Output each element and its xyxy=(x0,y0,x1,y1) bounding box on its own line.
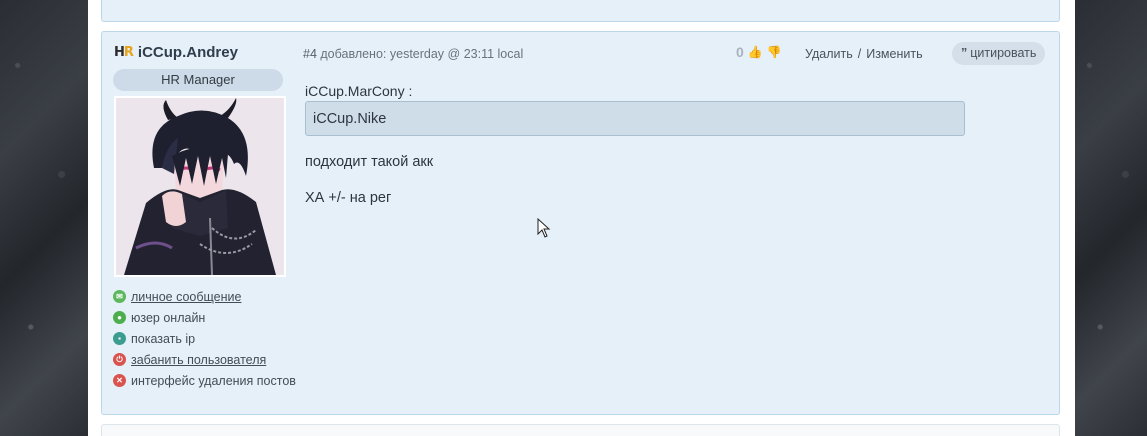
show-ip-label[interactable]: показать ip xyxy=(131,332,195,346)
thumbs-up-icon[interactable]: 👍 xyxy=(748,45,763,59)
thumbs-down-icon[interactable]: 👎 xyxy=(767,45,782,59)
ip-icon: ▪ xyxy=(113,332,126,345)
user-online-status: ● юзер онлайн xyxy=(113,307,296,328)
post-number[interactable]: #4 xyxy=(303,47,317,61)
delete-button[interactable]: Удалить xyxy=(805,47,853,61)
background-right xyxy=(1075,0,1147,436)
close-circle-icon: ✕ xyxy=(113,374,126,387)
delete-posts-interface-label[interactable]: интерфейс удаления постов xyxy=(131,374,296,388)
quote-author: iCCup.MarCony : xyxy=(305,83,413,99)
forum-post: HR iCCup.Andrey HR Manager ✉ личное сооб… xyxy=(101,31,1060,415)
user-online-label: юзер онлайн xyxy=(131,310,206,325)
mail-icon: ✉ xyxy=(113,290,126,303)
quote-button-label: цитировать xyxy=(970,46,1037,60)
edit-button[interactable]: Изменить xyxy=(866,47,922,61)
user-links: ✉ личное сообщение ● юзер онлайн ▪ показ… xyxy=(113,286,296,391)
ban-user-label[interactable]: забанить пользователя xyxy=(131,353,266,367)
post-meta: #4 добавлено: yesterday @ 23:11 local xyxy=(303,47,523,61)
power-icon: ⏻ xyxy=(113,353,126,366)
delete-posts-interface-link[interactable]: ✕ интерфейс удаления постов xyxy=(113,370,296,391)
hr-logo-icon: HR xyxy=(114,45,134,60)
post-rating: 0 👍 👎 xyxy=(736,44,782,60)
quote-button[interactable]: ” цитировать xyxy=(952,42,1046,65)
message-line: ХА +/- на рег xyxy=(305,190,392,206)
avatar xyxy=(114,96,286,277)
forum-content: HR iCCup.Andrey HR Manager ✉ личное сооб… xyxy=(88,0,1075,436)
role-badge: HR Manager xyxy=(113,69,283,91)
avatar-image xyxy=(116,98,284,275)
private-message-link[interactable]: ✉ личное сообщение xyxy=(113,286,296,307)
author-header: HR iCCup.Andrey xyxy=(114,44,238,61)
previous-post xyxy=(101,0,1060,22)
rating-score: 0 xyxy=(736,44,744,60)
quote-block: iCCup.Nike xyxy=(305,101,965,136)
post-date: добавлено: yesterday @ 23:11 local xyxy=(320,47,524,61)
post-actions: Удалить / Изменить xyxy=(805,47,923,61)
background-left xyxy=(0,0,88,436)
next-post xyxy=(101,424,1060,436)
actions-separator: / xyxy=(857,47,862,61)
quote-icon: ” xyxy=(961,46,968,60)
message-line: подходит такой акк xyxy=(305,154,434,170)
author-name[interactable]: iCCup.Andrey xyxy=(138,44,238,61)
show-ip-link[interactable]: ▪ показать ip xyxy=(113,328,296,349)
ban-user-link[interactable]: ⏻ забанить пользователя xyxy=(113,349,296,370)
mouse-cursor-icon xyxy=(537,218,551,238)
online-icon: ● xyxy=(113,311,126,324)
private-message-label[interactable]: личное сообщение xyxy=(131,290,241,304)
